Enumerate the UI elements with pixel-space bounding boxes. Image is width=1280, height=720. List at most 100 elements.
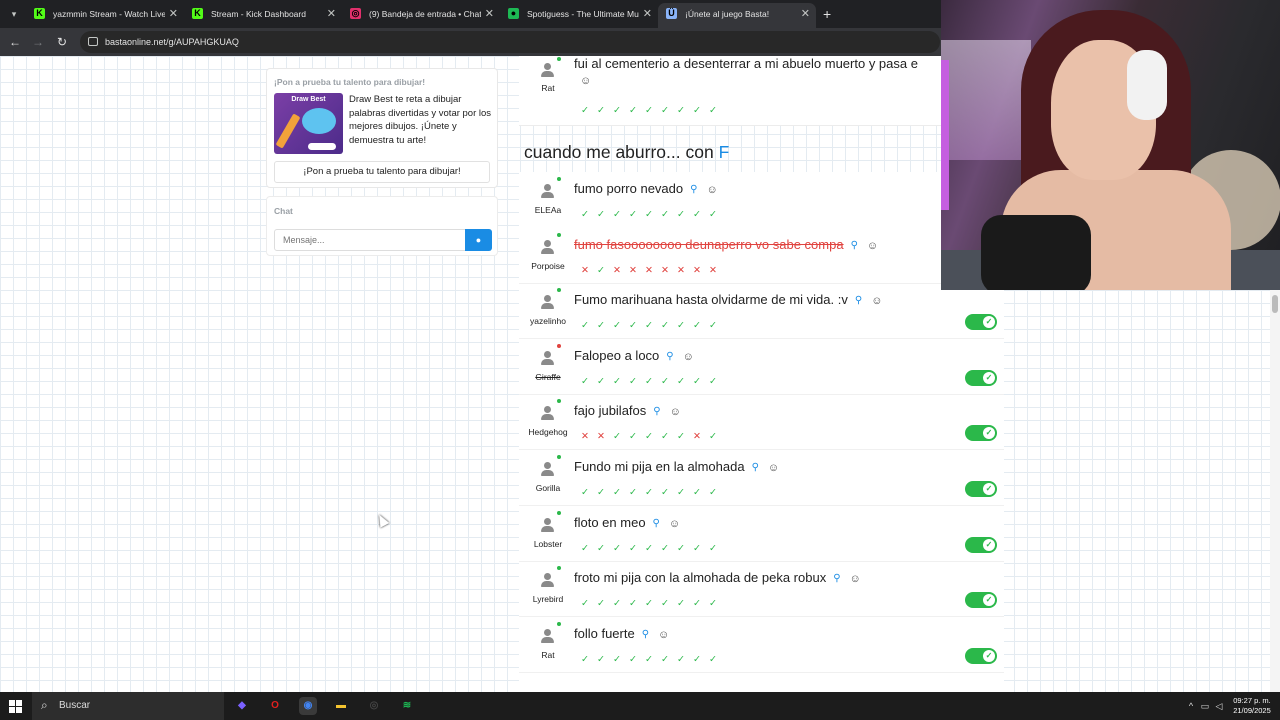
network-icon[interactable]: ▭ (1198, 692, 1212, 720)
close-icon[interactable]: ✕ (643, 3, 652, 25)
check-icon: ✓ (629, 105, 637, 116)
url-text[interactable]: bastaonline.net/g/AUPAHGKUAQ (105, 31, 239, 53)
validate-toggle[interactable]: ✓ (965, 369, 997, 386)
validate-toggle[interactable]: ✓ (965, 592, 997, 609)
emoji-reaction-icon[interactable]: ☺ (768, 462, 779, 474)
avatar-head (544, 517, 551, 525)
validate-toggle[interactable]: ✓ (965, 481, 997, 497)
search-icon[interactable]: ⚲ (653, 406, 660, 417)
check-icon: ✓ (613, 209, 621, 220)
username: Gorilla (535, 483, 561, 493)
forward-icon[interactable]: → (29, 33, 47, 51)
answer-text: fumo porro nevado ⚲ ☺ (574, 181, 718, 196)
search-icon[interactable]: ⚲ (690, 184, 697, 195)
avatar-body (541, 247, 554, 254)
browser-tab[interactable]: ● Spotiguess - The Ultimate Mus ✕ (500, 3, 658, 28)
close-icon[interactable]: ✕ (485, 3, 494, 25)
browser-tab[interactable]: Kyazmmin Stream - Watch Live o ✕ (26, 3, 184, 28)
tab-title: Stream - Kick Dashboard (211, 9, 306, 19)
browser-tab[interactable]: K Stream - Kick Dashboard ✕ (184, 3, 342, 28)
answer-label: fajo jubilafos (574, 403, 647, 419)
check-icon: ✓ (983, 316, 995, 329)
answer-text: floto en meo ⚲ ☺ (574, 515, 680, 530)
volume-icon[interactable]: ◁ (1212, 692, 1226, 720)
chrome-icon[interactable]: ◉ (299, 697, 317, 715)
check-icon: ✓ (709, 653, 717, 665)
emoji-reaction-icon[interactable]: ☺ (580, 75, 591, 87)
send-message-button[interactable]: ● (465, 229, 492, 251)
avatar-body (541, 192, 554, 198)
close-icon[interactable]: ✕ (327, 3, 336, 25)
user-avatar-icon (539, 405, 555, 421)
emoji-reaction-icon[interactable]: ☺ (683, 351, 694, 363)
vote-marks: ✓ ✓ ✓ ✓ ✓ ✓ ✓ ✓ ✓ (577, 204, 721, 222)
new-tab-button[interactable]: + (823, 6, 831, 22)
copilot-icon[interactable]: ◆ (233, 697, 251, 715)
avatar-head (544, 406, 551, 414)
check-icon: ✓ (629, 375, 637, 387)
online-status-dot (557, 232, 561, 237)
online-status-dot (557, 510, 561, 515)
chevron-up-icon[interactable]: ^ (1184, 692, 1198, 720)
check-icon: ✓ (693, 105, 701, 116)
obs-icon[interactable]: ◎ (365, 697, 383, 715)
chat-message-input[interactable] (274, 229, 466, 251)
emoji-reaction-icon[interactable]: ☺ (867, 240, 878, 252)
check-icon: ✓ (629, 487, 637, 498)
answer-label: froto mi pija con la almohada de peka ro… (574, 570, 827, 586)
check-icon: ✓ (983, 371, 995, 384)
vote-marks: ✓ ✓ ✓ ✓ ✓ ✓ ✓ ✓ ✓ (577, 100, 721, 118)
tab-search-icon[interactable]: ▾ (6, 6, 22, 22)
emoji-reaction-icon[interactable]: ☺ (850, 573, 861, 585)
page-scrollbar[interactable] (1270, 287, 1280, 692)
close-icon[interactable]: ✕ (801, 3, 810, 25)
search-icon[interactable]: ⚲ (653, 518, 660, 529)
windows-start-icon[interactable] (9, 700, 22, 713)
avatar-body (541, 414, 554, 421)
scrollbar-thumb[interactable] (1272, 295, 1278, 313)
browser-tab[interactable]: ◎ (9) Bandeja de entrada • Chats ✕ (342, 3, 500, 28)
site-info-icon[interactable] (88, 37, 98, 46)
promo-button[interactable]: ¡Pon a prueba tu talento para dibujar! (274, 161, 490, 183)
vote-marks: ✓ ✓ ✓ ✓ ✓ ✓ ✓ ✓ ✓ (577, 482, 721, 500)
close-icon[interactable]: ✕ (169, 3, 178, 25)
validate-toggle[interactable]: ✓ (965, 314, 997, 331)
check-icon: ✓ (693, 487, 701, 498)
search-icon[interactable]: ⚲ (752, 462, 759, 473)
taskbar-clock[interactable]: 09:27 p. m. 21/09/2025 (1230, 696, 1274, 716)
validate-toggle[interactable]: ✓ (965, 647, 997, 664)
opera-icon[interactable]: O (266, 697, 284, 715)
emoji-reaction-icon[interactable]: ☺ (670, 406, 681, 418)
search-icon[interactable]: ⚲ (833, 573, 840, 584)
emoji-reaction-icon[interactable]: ☺ (871, 295, 882, 307)
reload-icon[interactable]: ↻ (53, 33, 71, 51)
emoji-reaction-icon[interactable]: ☺ (706, 184, 717, 196)
cross-icon: ✕ (597, 431, 605, 443)
address-bar[interactable]: bastaonline.net/g/AUPAHGKUAQ (80, 31, 940, 53)
browser-tab[interactable]: Ü ¡Únete al juego Basta! ✕ (658, 3, 816, 28)
file-explorer-icon[interactable]: ▬ (332, 697, 350, 715)
draw-best-image[interactable]: Draw Best (274, 93, 343, 154)
user-avatar-icon (539, 517, 555, 533)
validate-toggle[interactable]: ✓ (965, 425, 997, 442)
check-icon: ✓ (645, 431, 653, 443)
search-icon[interactable]: ⚲ (666, 351, 673, 362)
chat-bubble-icon: ● (475, 235, 482, 245)
check-icon: ✓ (661, 105, 669, 116)
search-icon[interactable]: ⚲ (642, 629, 649, 640)
emoji-reaction-icon[interactable]: ☺ (669, 518, 680, 530)
back-icon[interactable]: ← (6, 33, 24, 51)
vote-marks: ✓ ✓ ✓ ✓ ✓ ✓ ✓ ✓ ✓ (577, 371, 721, 389)
spotify-icon[interactable]: ≋ (398, 697, 416, 715)
username: Hedgehog (528, 427, 568, 438)
emoji-reaction-icon[interactable]: ☺ (658, 629, 669, 641)
search-icon[interactable]: ⚲ (855, 295, 862, 306)
search-icon[interactable]: ⚲ (851, 240, 858, 251)
check-icon: ✓ (629, 320, 637, 332)
chat-panel: Chat ● (266, 196, 498, 256)
check-icon: ✓ (677, 320, 685, 332)
cross-icon: ✕ (677, 264, 685, 276)
validate-toggle[interactable]: ✓ (965, 536, 997, 553)
taskbar-search[interactable]: ⌕ Buscar (32, 692, 224, 720)
draw-best-logo-text: Draw Best (291, 96, 326, 103)
